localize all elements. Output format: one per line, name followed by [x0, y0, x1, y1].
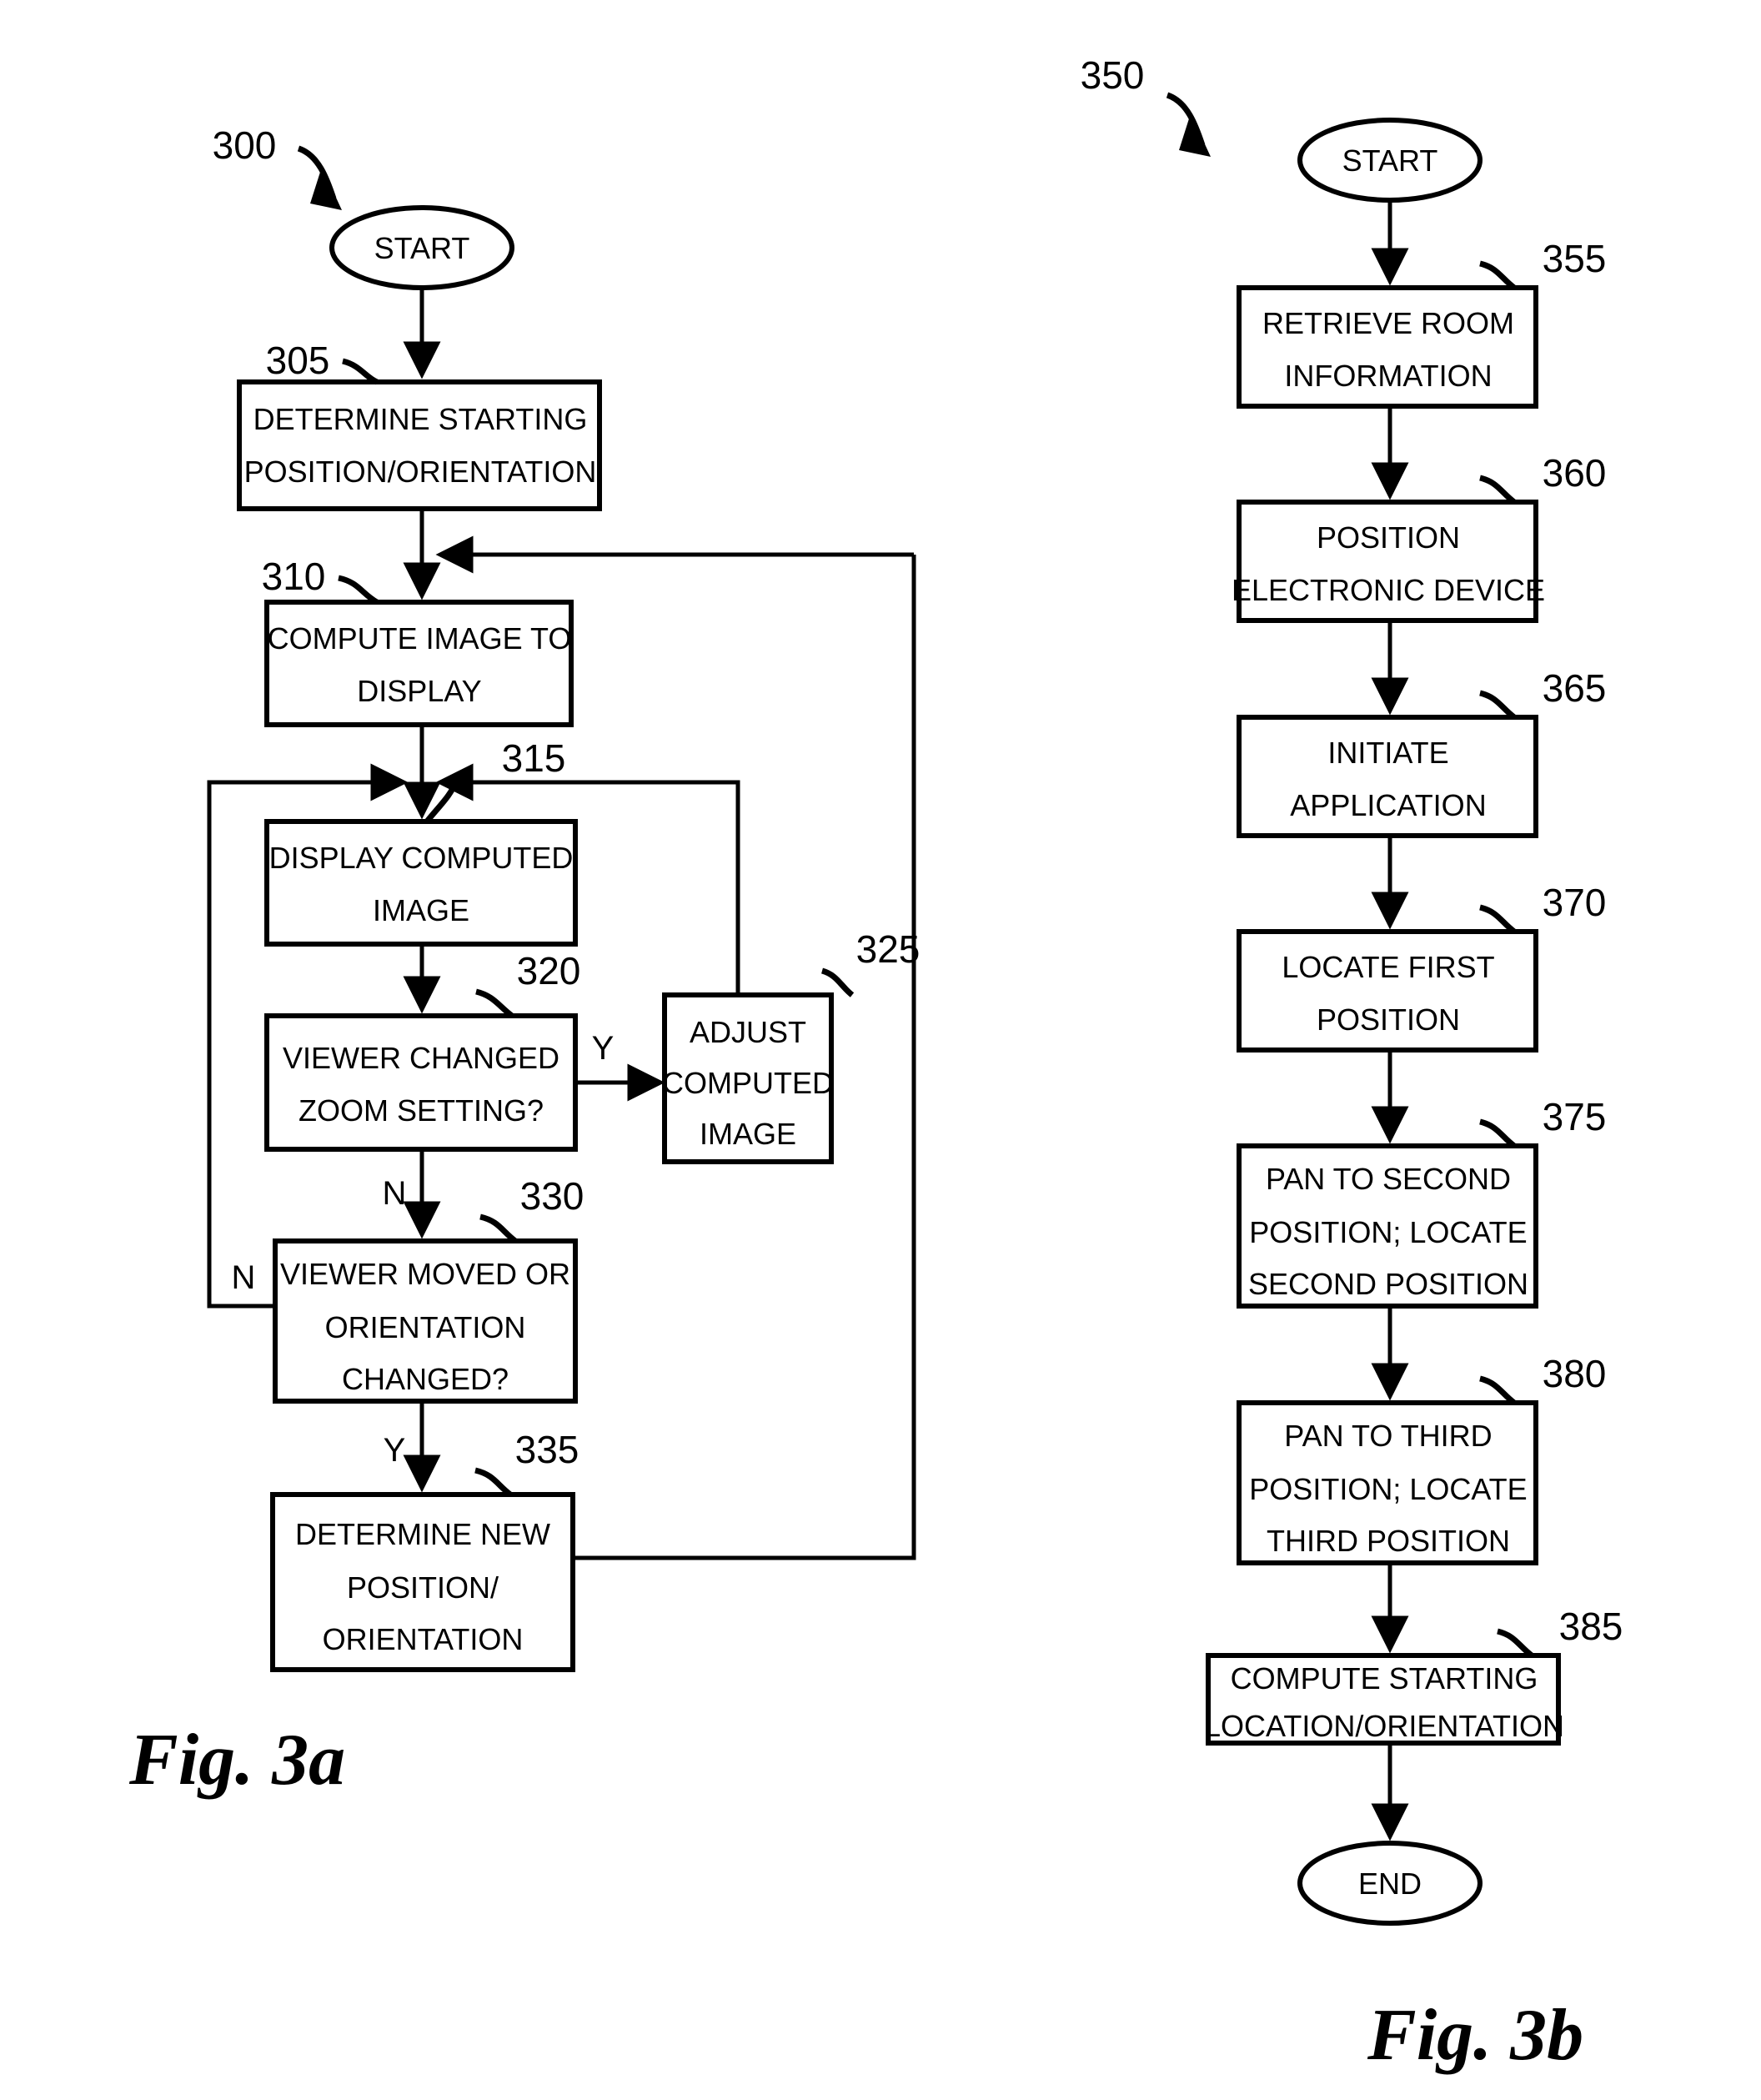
terminator-end-3b-label: END [1358, 1866, 1422, 1901]
ref-label-325: 325 [856, 927, 921, 971]
branch-label-320-no: N [383, 1175, 407, 1212]
node-370-line-1: LOCATE FIRST [1282, 950, 1494, 984]
ref-label-370: 370 [1543, 881, 1607, 924]
ref-label-330: 330 [520, 1174, 584, 1218]
ref-pointer-330 [479, 1213, 518, 1243]
node-320-line-2: ZOOM SETTING? [299, 1093, 544, 1128]
node-325-line-1: ADJUST [690, 1015, 806, 1049]
node-305-line-1: DETERMINE STARTING [253, 402, 588, 436]
node-320 [264, 1013, 578, 1152]
node-385-line-1: COMPUTE STARTING [1231, 1661, 1538, 1696]
node-335-line-1: DETERMINE NEW [295, 1517, 550, 1551]
ref-label-320: 320 [517, 949, 581, 992]
node-375-line-3: SECOND POSITION [1248, 1267, 1528, 1301]
node-365-line-2: APPLICATION [1290, 788, 1486, 822]
ref-pointer-350 [1166, 92, 1211, 157]
node-365-line-1: INITIATE [1327, 736, 1448, 770]
node-310-line-2: DISPLAY [357, 674, 481, 708]
node-330-line-3: CHANGED? [342, 1362, 509, 1396]
ref-label-300: 300 [213, 123, 277, 167]
ref-pointer-380 [1479, 1375, 1517, 1405]
ref-label-365: 365 [1543, 666, 1607, 710]
branch-label-320-yes: Y [592, 1030, 615, 1067]
node-355-line-2: INFORMATION [1284, 359, 1492, 393]
node-315-line-1: DISPLAY COMPUTED [269, 841, 574, 875]
node-380-line-2: POSITION; LOCATE [1249, 1472, 1527, 1506]
ref-label-310: 310 [262, 555, 326, 598]
ref-label-360: 360 [1543, 451, 1607, 495]
edge-325-to-315 [435, 763, 740, 995]
ref-label-355: 355 [1543, 237, 1607, 280]
ref-label-380: 380 [1543, 1352, 1607, 1395]
node-380-line-3: THIRD POSITION [1267, 1524, 1510, 1558]
ref-label-385: 385 [1559, 1605, 1623, 1648]
ref-label-315: 315 [502, 736, 566, 780]
ref-pointer-310 [338, 575, 379, 605]
ref-pointer-300 [297, 145, 342, 210]
node-385-line-2: LOCATION/ORIENTATION [1204, 1709, 1564, 1743]
terminator-start-3a-label: START [374, 231, 470, 265]
branch-label-330-yes: Y [384, 1432, 406, 1469]
ref-pointer-325 [820, 967, 855, 997]
ref-pointer-305 [342, 358, 379, 385]
node-310-line-1: COMPUTE IMAGE TO [268, 621, 572, 656]
node-305-line-2: POSITION/ORIENTATION [244, 455, 597, 489]
node-380-line-1: PAN TO THIRD [1284, 1419, 1492, 1453]
ref-label-375: 375 [1543, 1095, 1607, 1138]
ref-pointer-370 [1479, 904, 1517, 934]
ref-pointer-355 [1479, 260, 1517, 290]
figure-caption-3b: Fig. 3b [1367, 1995, 1584, 2076]
node-330-line-1: VIEWER MOVED OR [280, 1257, 570, 1291]
branch-label-330-no: N [232, 1259, 256, 1296]
node-325-line-3: IMAGE [700, 1117, 796, 1151]
edge-335-feedback-riser [573, 555, 916, 1560]
node-305 [237, 379, 602, 511]
ref-pointer-315 [424, 778, 460, 824]
node-325-line-2: COMPUTED [662, 1066, 834, 1100]
node-355-line-1: RETRIEVE ROOM [1262, 306, 1514, 340]
ref-pointer-335 [474, 1467, 513, 1497]
ref-pointer-365 [1479, 690, 1517, 720]
patent-figure-sheet: 300 305 310 315 320 325 330 335 START DE… [0, 0, 1761, 2100]
ref-pointer-360 [1479, 475, 1517, 505]
terminator-start-3b-label: START [1342, 143, 1438, 178]
ref-pointer-385 [1497, 1628, 1534, 1658]
node-335-line-2: POSITION/ [347, 1570, 499, 1605]
figure-caption-3a: Fig. 3a [129, 1720, 346, 1801]
node-375-line-1: PAN TO SECOND [1266, 1162, 1511, 1196]
node-335-line-3: ORIENTATION [323, 1622, 524, 1656]
ref-label-350: 350 [1081, 53, 1145, 97]
ref-pointer-320 [475, 988, 514, 1018]
node-360-line-2: ELECTRONIC DEVICE [1232, 573, 1545, 607]
ref-label-335: 335 [515, 1428, 579, 1471]
node-330-line-2: ORIENTATION [325, 1310, 526, 1344]
ref-label-305: 305 [266, 339, 330, 382]
node-315-line-2: IMAGE [373, 893, 469, 927]
node-370-line-2: POSITION [1317, 1002, 1460, 1037]
node-360-line-1: POSITION [1317, 520, 1460, 555]
node-375-line-2: POSITION; LOCATE [1249, 1215, 1527, 1249]
node-320-line-1: VIEWER CHANGED [283, 1041, 559, 1075]
ref-pointer-375 [1479, 1118, 1517, 1148]
